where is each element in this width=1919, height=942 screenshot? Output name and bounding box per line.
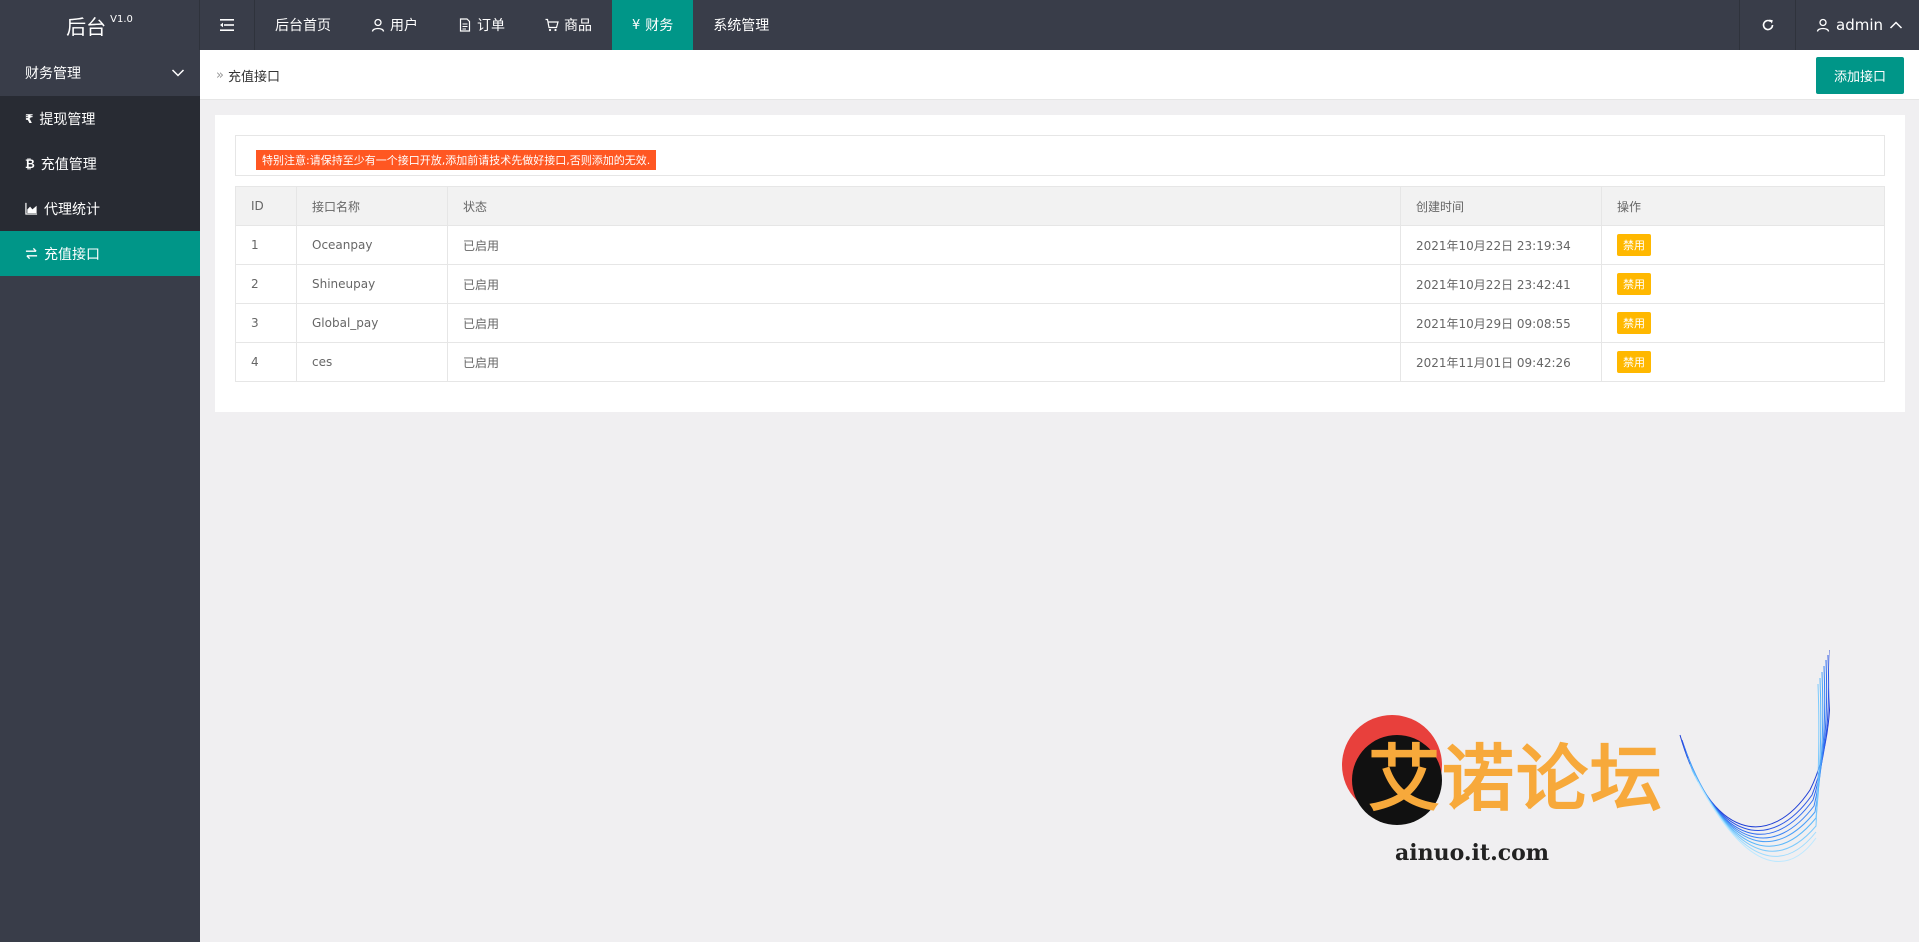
interface-table: ID 接口名称 状态 创建时间 操作 1 Oceanpay 已启用 2021年1… <box>235 186 1885 382</box>
yen-icon: ¥ <box>632 17 641 33</box>
cell-name: Shineupay <box>296 264 448 304</box>
logo: 后台 V1.0 <box>0 0 200 50</box>
cell-action: 禁用 <box>1601 342 1885 382</box>
chevron-down-icon <box>171 69 185 77</box>
bitcoin-icon: ₿ <box>25 156 35 171</box>
sidebar-group-label: 财务管理 <box>25 66 81 82</box>
header-action: 操作 <box>1601 186 1885 226</box>
notice-text: 特别注意:请保持至少有一个接口开放,添加前请技术先做好接口,否则添加的无效. <box>256 150 657 170</box>
disable-button[interactable]: 禁用 <box>1617 312 1651 334</box>
notice-box: 特别注意:请保持至少有一个接口开放,添加前请技术先做好接口,否则添加的无效. <box>235 135 1885 176</box>
document-icon <box>459 18 471 32</box>
nav-label: 订单 <box>477 18 505 34</box>
sidebar-item-label: 提现管理 <box>39 111 96 128</box>
cell-created: 2021年10月29日 09:08:55 <box>1400 303 1602 343</box>
nav-products[interactable]: 商品 <box>525 0 612 50</box>
refresh-icon <box>1762 19 1773 31</box>
top-header: 后台 V1.0 后台首页 用户 订单 商品 ¥ 财务 系统管理 admin <box>0 0 1919 50</box>
sidebar-item-agent-stats[interactable]: 代理统计 <box>0 186 200 231</box>
table-row: 2 Shineupay 已启用 2021年10月22日 23:42:41 禁用 <box>235 264 1885 304</box>
cell-created: 2021年10月22日 23:42:41 <box>1400 264 1602 304</box>
disable-button[interactable]: 禁用 <box>1617 351 1651 373</box>
logo-version: V1.0 <box>110 13 133 25</box>
table-row: 3 Global_pay 已启用 2021年10月29日 09:08:55 禁用 <box>235 303 1885 343</box>
user-name: admin <box>1836 16 1883 34</box>
nav-system[interactable]: 系统管理 <box>693 0 789 50</box>
sidebar-item-label: 充值管理 <box>40 156 97 173</box>
nav-label: 财务 <box>645 18 674 34</box>
area-chart-icon <box>25 202 38 215</box>
header-name: 接口名称 <box>296 186 448 226</box>
disable-button[interactable]: 禁用 <box>1617 273 1651 295</box>
add-interface-button[interactable]: 添加接口 <box>1815 57 1904 94</box>
cell-id: 4 <box>235 342 297 382</box>
sidebar-item-withdraw[interactable]: ₹ 提现管理 <box>0 96 200 141</box>
double-chevron-right-icon: » <box>216 67 224 83</box>
sidebar-submenu: ₹ 提现管理 ₿ 充值管理 代理统计 <box>0 96 200 231</box>
cell-status: 已启用 <box>447 264 1401 304</box>
header-created: 创建时间 <box>1400 186 1602 226</box>
cell-action: 禁用 <box>1601 264 1885 304</box>
cell-action: 禁用 <box>1601 225 1885 265</box>
top-nav: 后台首页 用户 订单 商品 ¥ 财务 系统管理 <box>255 0 789 50</box>
nav-label: 商品 <box>564 18 592 34</box>
sidebar: 财务管理 ₹ 提现管理 ₿ 充值管理 代理统计 充值接口 <box>0 50 200 942</box>
table-header-row: ID 接口名称 状态 创建时间 操作 <box>235 186 1885 226</box>
sidebar-item-recharge-interface[interactable]: 充值接口 <box>0 231 200 276</box>
watermark: 艾诺论坛 ainuo.it.com <box>1330 640 1830 900</box>
cart-icon <box>545 18 559 32</box>
refresh-button[interactable] <box>1739 0 1795 50</box>
watermark-url: ainuo.it.com <box>1395 840 1550 866</box>
nav-home[interactable]: 后台首页 <box>255 0 351 50</box>
watermark-title: 艾诺论坛 <box>1368 737 1665 821</box>
content-topbar: » 充值接口 添加接口 <box>200 50 1919 100</box>
table-row: 4 ces 已启用 2021年11月01日 09:42:26 禁用 <box>235 342 1885 382</box>
rupee-icon: ₹ <box>25 111 34 126</box>
nav-orders[interactable]: 订单 <box>438 0 525 50</box>
header-right: admin <box>1739 0 1919 50</box>
content-card: 特别注意:请保持至少有一个接口开放,添加前请技术先做好接口,否则添加的无效. I… <box>215 115 1905 412</box>
logo-text: 后台 <box>66 14 107 39</box>
nav-users[interactable]: 用户 <box>351 0 438 50</box>
breadcrumb-current: 充值接口 <box>227 69 280 85</box>
header-status: 状态 <box>447 186 1401 226</box>
sidebar-item-label: 充值接口 <box>44 246 100 263</box>
cell-name: Oceanpay <box>296 225 448 265</box>
chevron-up-icon <box>1889 21 1903 29</box>
nav-label: 后台首页 <box>275 18 331 34</box>
exchange-icon <box>25 247 38 260</box>
user-icon <box>1816 18 1830 32</box>
nav-finance[interactable]: ¥ 财务 <box>612 0 694 50</box>
user-icon <box>371 18 385 32</box>
header-id: ID <box>235 186 297 226</box>
cell-created: 2021年11月01日 09:42:26 <box>1400 342 1602 382</box>
cell-created: 2021年10月22日 23:19:34 <box>1400 225 1602 265</box>
cell-action: 禁用 <box>1601 303 1885 343</box>
cell-status: 已启用 <box>447 225 1401 265</box>
sidebar-item-label: 代理统计 <box>44 201 100 218</box>
cell-id: 2 <box>235 264 297 304</box>
menu-toggle-icon <box>220 19 234 31</box>
breadcrumb: » 充值接口 <box>216 50 280 100</box>
nav-label: 用户 <box>390 18 418 34</box>
cell-name: ces <box>296 342 448 382</box>
cell-id: 1 <box>235 225 297 265</box>
cell-status: 已启用 <box>447 342 1401 382</box>
cell-status: 已启用 <box>447 303 1401 343</box>
nav-label: 系统管理 <box>713 18 770 34</box>
cell-name: Global_pay <box>296 303 448 343</box>
user-menu[interactable]: admin <box>1795 0 1919 50</box>
cell-id: 3 <box>235 303 297 343</box>
table-row: 1 Oceanpay 已启用 2021年10月22日 23:19:34 禁用 <box>235 225 1885 265</box>
sidebar-item-recharge[interactable]: ₿ 充值管理 <box>0 141 200 186</box>
menu-toggle-button[interactable] <box>200 0 255 50</box>
disable-button[interactable]: 禁用 <box>1617 234 1651 256</box>
sidebar-group-finance[interactable]: 财务管理 <box>0 50 200 96</box>
